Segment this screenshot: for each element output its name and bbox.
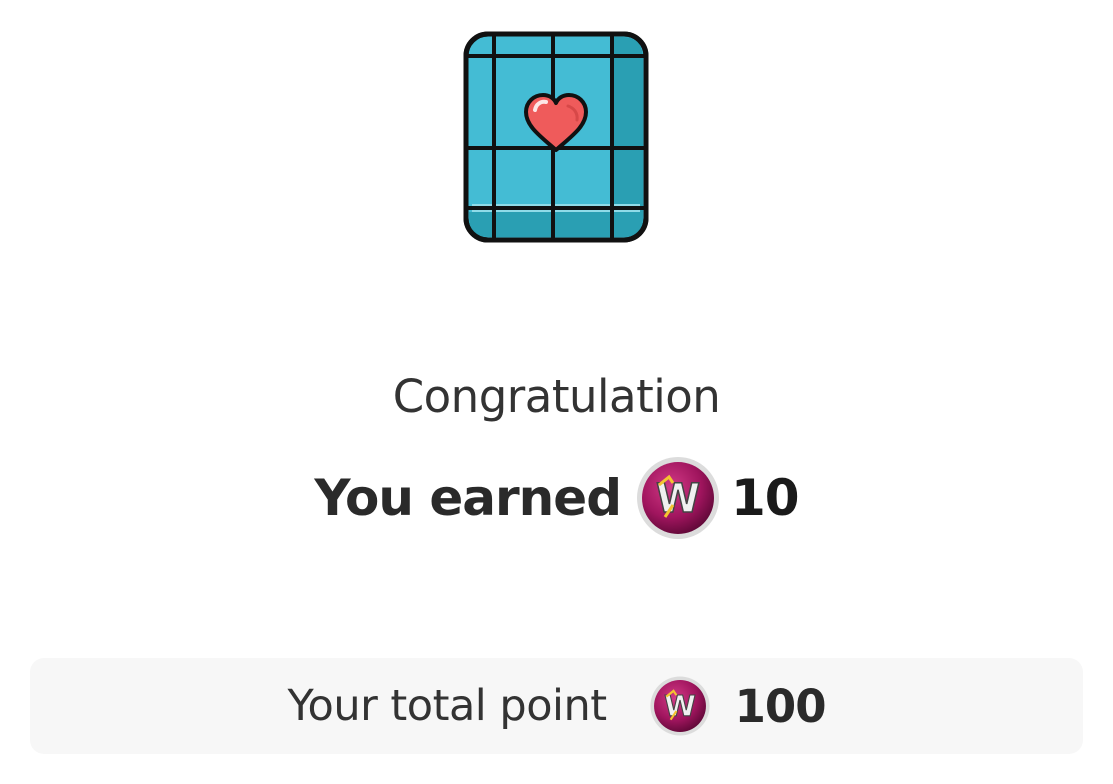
reward-screen: Congratulation You earned W 10 Your tota… [0,0,1113,784]
total-points-label: Your total point [287,681,607,731]
total-points-value: 100 [734,679,827,733]
w-coin-icon: W [650,676,710,736]
total-points-card: Your total point W 100 [30,658,1083,754]
w-coin-icon: W [636,457,719,539]
congratulation-title: Congratulation [392,370,721,423]
card-heart-icon [463,31,649,243]
earned-label: You earned [314,469,622,527]
earned-row: You earned W 10 [0,452,1113,544]
earned-points-value: 10 [730,469,800,527]
